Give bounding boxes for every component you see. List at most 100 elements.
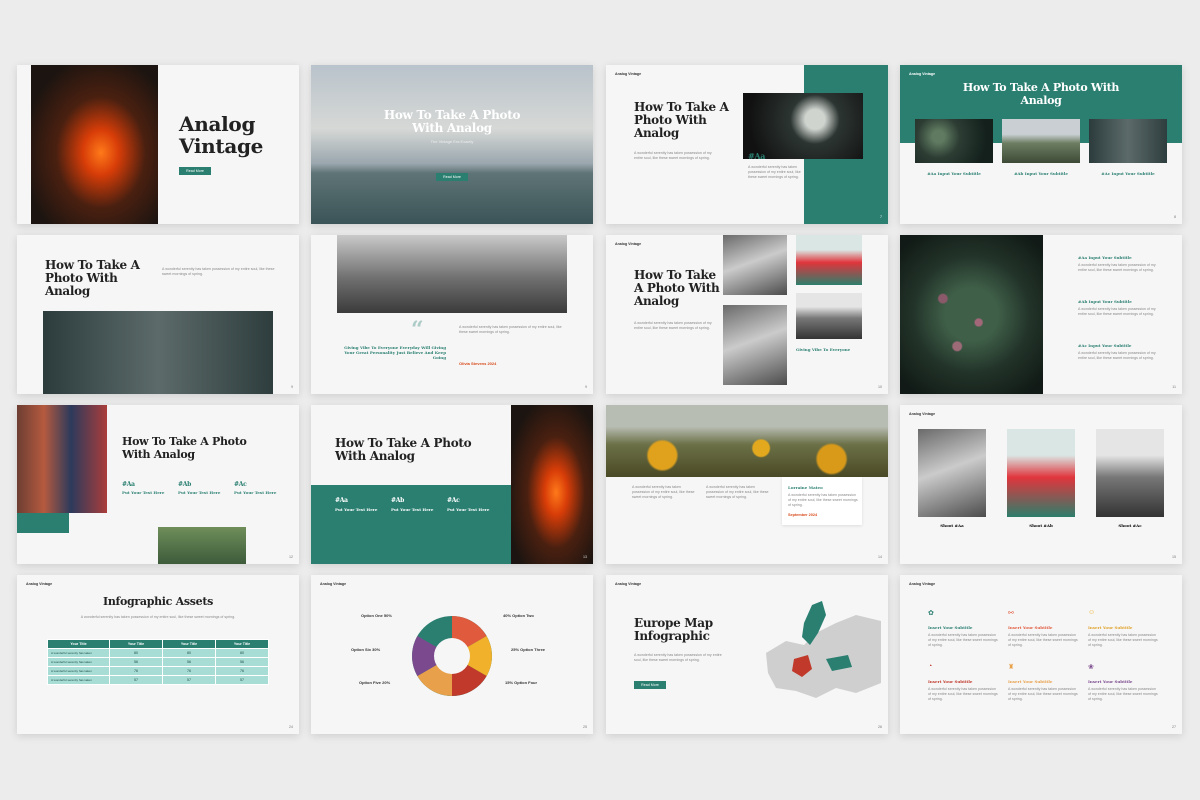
read-more-button[interactable]: Read More	[436, 173, 468, 181]
label-3: Put Your Text Here	[234, 490, 277, 495]
quote-icon: “	[411, 317, 424, 343]
author-name: Olivia Stevens 2024	[459, 361, 497, 366]
brand-label: Analog Vintage	[909, 412, 936, 416]
page-number: 9	[291, 385, 293, 389]
subtitle-1: #Aa Input Your Subtitle	[1078, 255, 1132, 260]
body-text: A wonderful serenity has taken possessio…	[459, 325, 562, 334]
tag-1: #Aa	[335, 497, 348, 504]
label-3: Put Your Text Here	[447, 507, 490, 512]
option-5: Option Five 20%	[359, 680, 391, 685]
slide-1[interactable]: Analog Vintage Read More	[17, 65, 299, 224]
card-date: September 2024	[788, 513, 818, 517]
canal-photo	[918, 429, 986, 517]
slide-4[interactable]: Analog Vintage How To Take A Photo With …	[900, 65, 1182, 224]
text-3: A wonderful serenity has taken possessio…	[1078, 351, 1156, 360]
brand-label: Analog Vintage	[909, 582, 936, 586]
page-number: 26	[878, 725, 882, 729]
europe-map	[766, 601, 881, 698]
slide-8[interactable]: #Aa Input Your Subtitle A wonderful sere…	[900, 235, 1182, 394]
label-1: Put Your Text Here	[122, 490, 165, 495]
vintage-photo	[511, 405, 593, 564]
tag-3: #Ac	[447, 497, 460, 504]
slide-15[interactable]: Analog Vintage Europe Map Infographic A …	[606, 575, 888, 734]
label-2: Put Your Text Here	[391, 507, 434, 512]
bokeh-photo	[900, 235, 1043, 394]
room-photo	[743, 93, 863, 159]
tag-3: #Ac	[234, 481, 247, 488]
slide-2[interactable]: How To Take A Photo With Analog The Vint…	[311, 65, 593, 224]
share-icon: ⚯	[1008, 610, 1014, 617]
col-text-2: A wonderful serenity has taken possessio…	[706, 485, 769, 499]
chart-icon: ◔	[928, 663, 933, 670]
tag-1: #Aa	[122, 481, 135, 488]
slide-5[interactable]: How To Take A Photo With Analog A wonder…	[17, 235, 299, 394]
subtitle-3: #Ac Input Your Subtitle	[1101, 171, 1155, 176]
read-more-button[interactable]: Read More	[634, 681, 666, 689]
map-land	[766, 615, 881, 698]
slide-title: Infographic Assets	[102, 595, 213, 608]
brand-label: Analog Vintage	[615, 72, 642, 76]
tag-2: #Ab	[178, 481, 191, 488]
text-4: A wonderful serenity has taken possessio…	[928, 687, 998, 701]
body-text: A wonderful serenity has taken possessio…	[634, 653, 722, 662]
slide-14[interactable]: Analog Vintage Option One 50% 40% Option…	[311, 575, 593, 734]
slide-9[interactable]: How To Take A Photo With Analog #Aa #Ab …	[17, 405, 299, 564]
text-2: A wonderful serenity has taken possessio…	[1008, 633, 1078, 647]
slide-title: How To Take A Photo With Analog	[634, 100, 729, 140]
subtitle-6: Insert Your Subtitle	[1088, 679, 1133, 684]
slide-3[interactable]: Analog Vintage How To Take A Photo With …	[606, 65, 888, 224]
tree-photo	[723, 305, 787, 385]
photo-caption: Giving Vibe To Everyone	[796, 347, 851, 352]
option-3: 25% Option Three	[511, 647, 546, 652]
green-block	[17, 513, 69, 533]
slide-16[interactable]: Analog Vintage ✿ ⚯ ☺ Insert Your Subtitl…	[900, 575, 1182, 734]
tag-2: #Ab	[391, 497, 404, 504]
slide-7[interactable]: Analog Vintage How To Take A Photo With …	[606, 235, 888, 394]
page-number: 12	[289, 555, 293, 559]
option-2: 40% Option Two	[503, 613, 534, 618]
subtitle-2: #Ab Input Your Subtitle	[1014, 171, 1068, 176]
grass-photo	[158, 527, 246, 564]
slide-title: Europe Map Infographic	[634, 616, 713, 643]
vintage-photo	[31, 65, 158, 224]
market-photo	[17, 405, 107, 513]
read-more-button[interactable]: Read More	[179, 167, 211, 175]
text-3: A wonderful serenity has taken possessio…	[1088, 633, 1158, 647]
tag-aa: #Aa	[748, 151, 766, 161]
text-5: A wonderful serenity has taken possessio…	[1008, 687, 1078, 701]
data-table: Your Title Your Title Your Title Your Title…	[47, 639, 269, 685]
slide-11[interactable]: Lorraine Mateo A wonderful serenity has …	[606, 405, 888, 564]
page-number: 25	[583, 725, 587, 729]
slide-title: How To Take A Photo With Analog	[962, 81, 1120, 107]
text-1: A wonderful serenity has taken possessio…	[928, 633, 998, 647]
shoot-label-1: Shoot #Aa	[940, 523, 964, 528]
workshop-photo	[337, 235, 567, 313]
page-number: 27	[1172, 725, 1176, 729]
brand-label: Analog Vintage	[320, 582, 347, 586]
photo-2	[1002, 119, 1080, 163]
subtitle-5: Insert Your Subtitle	[1008, 679, 1053, 684]
subtitle-4: Insert Your Subtitle	[928, 679, 973, 684]
subtitle-1: Insert Your Subtitle	[928, 625, 973, 630]
brand-label: Analog Vintage	[615, 582, 642, 586]
brand-label: Analog Vintage	[26, 582, 53, 586]
shoot-label-2: Shoot #Ab	[1029, 523, 1053, 528]
card-name: Lorraine Mateo	[788, 485, 823, 490]
text-2: A wonderful serenity has taken possessio…	[1078, 307, 1156, 316]
slide-13[interactable]: Analog Vintage Infographic Assets A wond…	[17, 575, 299, 734]
card-text: A wonderful serenity has taken possessio…	[788, 493, 858, 507]
option-6: Option Six 30%	[351, 647, 381, 652]
slide-10[interactable]: How To Take A Photo With Analog #Aa #Ab …	[311, 405, 593, 564]
slide-12[interactable]: Analog Vintage Shoot #Aa Shoot #Ab Shoot…	[900, 405, 1182, 564]
page-number: 8	[1174, 215, 1176, 219]
hexagon-cycle-diagram	[412, 616, 492, 696]
body-text: A wonderful serenity has taken possessio…	[634, 321, 712, 330]
mountain-photo	[796, 293, 862, 339]
greenhouse-photo	[43, 311, 273, 394]
red-photo	[796, 235, 862, 285]
slide-6[interactable]: “ Giving Vibe To Everyone Everyday Will …	[311, 235, 593, 394]
body-text: A wonderful serenity has taken possessio…	[162, 267, 275, 276]
brand-label: Analog Vintage	[909, 72, 936, 76]
slide-title: How To Take A Photo With Analog	[634, 268, 720, 308]
trophy-icon: ♜	[1008, 664, 1015, 671]
